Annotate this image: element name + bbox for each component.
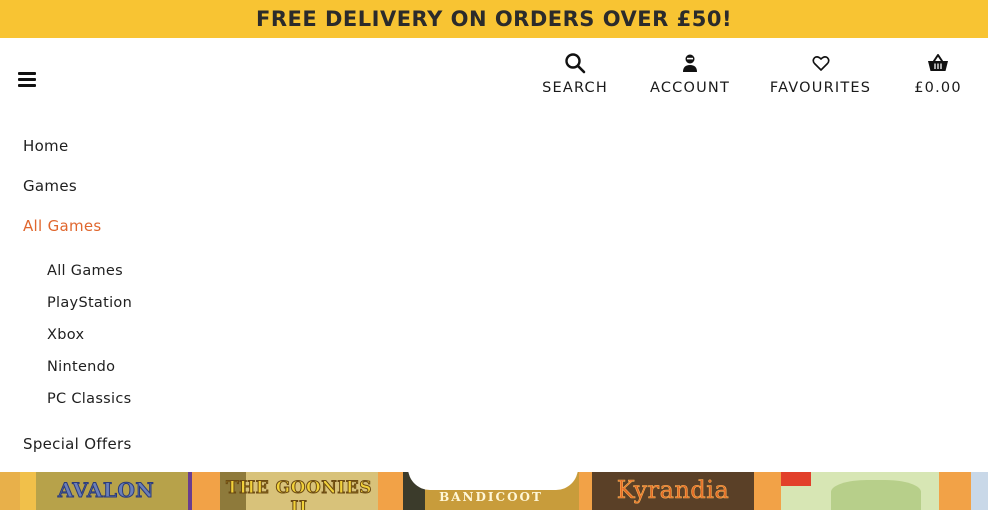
account-button[interactable]: ACCOUNT: [650, 52, 730, 96]
heart-icon: [811, 56, 830, 71]
game-cover[interactable]: THE GOONIES II: [220, 472, 378, 510]
promo-text: FREE DELIVERY ON ORDERS OVER £50!: [255, 7, 733, 31]
menu-item-home[interactable]: Home: [23, 137, 69, 155]
game-title: AVALON: [57, 478, 155, 503]
submenu-item-nintendo[interactable]: Nintendo: [47, 359, 115, 375]
submenu-item-pc-classics[interactable]: PC Classics: [47, 391, 131, 407]
game-cover[interactable]: AVALON: [20, 472, 192, 510]
carousel-tab: [408, 458, 578, 490]
search-icon: [565, 53, 586, 74]
site-header: SEARCH ACCOUNT FAVOURITES £0.00: [0, 38, 988, 122]
search-button[interactable]: SEARCH: [541, 52, 609, 96]
favourites-button[interactable]: FAVOURITES: [770, 52, 871, 96]
submenu-item-all-games[interactable]: All Games: [47, 263, 123, 279]
account-icon: [683, 54, 697, 72]
menu-item-games[interactable]: Games: [23, 177, 77, 195]
basket-button[interactable]: £0.00: [911, 52, 965, 96]
submenu-item-playstation[interactable]: PlayStation: [47, 295, 132, 311]
menu-item-special-offers[interactable]: Special Offers: [23, 435, 132, 453]
game-title: Kyrandia: [616, 476, 730, 505]
favourites-label: FAVOURITES: [769, 80, 872, 96]
basket-total: £0.00: [914, 80, 962, 96]
promo-banner: FREE DELIVERY ON ORDERS OVER £50!: [0, 0, 988, 38]
nav-menu: Home Games All Games All Games PlayStati…: [0, 122, 988, 472]
submenu-item-xbox[interactable]: Xbox: [47, 327, 84, 343]
basket-icon: [928, 54, 948, 71]
game-title: BANDICOOT: [439, 490, 543, 504]
game-title: THE GOONIES II: [226, 478, 372, 510]
game-cover[interactable]: [781, 472, 939, 510]
menu-toggle-button[interactable]: [18, 72, 36, 88]
menu-item-all-games[interactable]: All Games: [23, 217, 102, 235]
game-cover[interactable]: Kyrandia: [592, 472, 754, 510]
search-label: SEARCH: [542, 80, 608, 96]
account-label: ACCOUNT: [649, 80, 731, 96]
hamburger-icon: [18, 72, 36, 75]
